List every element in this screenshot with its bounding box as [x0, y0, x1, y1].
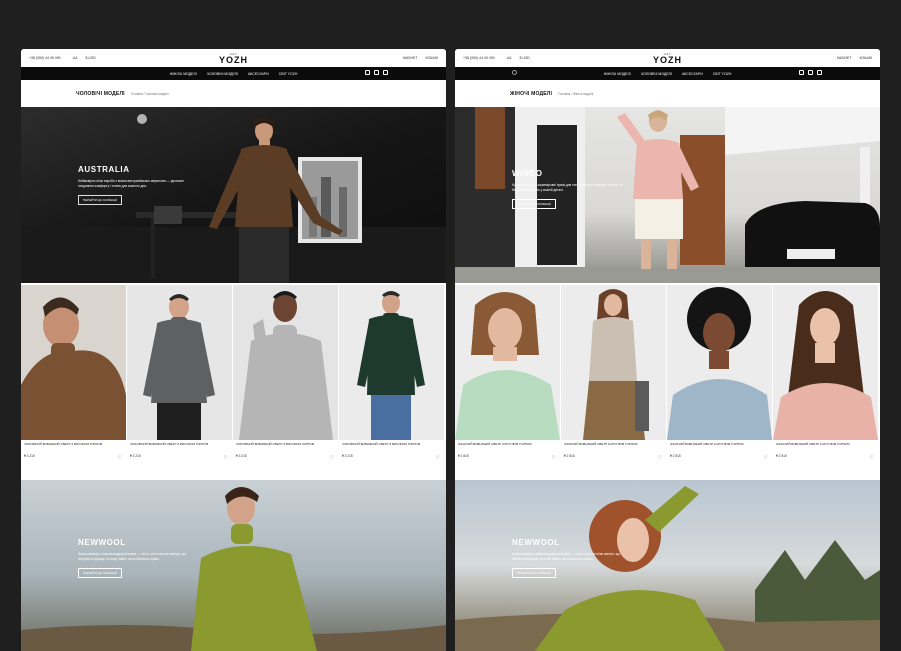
- product-card[interactable]: ЖІНОЧИЙ ВОВНЯНИЙ СВЕТР З КРУГЛИМ ГОРЛОМ …: [455, 285, 560, 481]
- product-price: ₴ 2 815: [458, 454, 469, 458]
- heart-icon[interactable]: [365, 70, 370, 75]
- hero-banner: AUSTRALIA Неймовірно м’які вироби з вовн…: [21, 107, 446, 283]
- page-title: ЖІНОЧІ МОДЕЛІ: [510, 90, 553, 97]
- nav-item-women[interactable]: ЖІНОЧІ МОДЕЛІ: [604, 72, 631, 76]
- promo-title: NEWWOOL: [512, 538, 560, 547]
- heart-icon[interactable]: ♡: [330, 456, 334, 461]
- product-card[interactable]: ЧОЛОВІЧИЙ ВОВНЯНИЙ СВЕТР З ВИСОКИМ ГОРЛО…: [127, 285, 232, 481]
- hero-cta-button[interactable]: ПЕРЕЙТИ ДО КОЛЕКЦІЇ: [78, 195, 122, 206]
- language-selector[interactable]: UA: [73, 56, 78, 60]
- product-card[interactable]: ЧОЛОВІЧИЙ ВОВНЯНИЙ СВЕТР З ВИСОКИМ ГОРЛО…: [339, 285, 444, 481]
- product-card[interactable]: ЖІНОЧИЙ ВОВНЯНИЙ СВЕТР З КРУГЛИМ ГОРЛОМ …: [773, 285, 878, 481]
- language-selector[interactable]: UA: [507, 56, 512, 60]
- nav-item-women[interactable]: ЖІНОЧІ МОДЕЛІ: [170, 72, 197, 76]
- page-title: ЧОЛОВІЧІ МОДЕЛІ: [76, 90, 125, 97]
- promo-description: Нова колекція з новозеландської вовни — …: [78, 552, 186, 561]
- heart-icon[interactable]: ♡: [436, 456, 440, 461]
- phone-number[interactable]: +38 (050) 44 49 490: [29, 56, 61, 60]
- breadcrumb[interactable]: Головна / Жіночі моделі: [558, 92, 593, 96]
- product-price: ₴ 2 815: [564, 454, 575, 458]
- top-bar: +38 (050) 44 49 490 UA $ USD GET YOZH КА…: [455, 49, 880, 67]
- main-nav: ЖІНОЧІ МОДЕЛІ ЧОЛОВІЧІ МОДЕЛІ АКСЕСУАРИ …: [455, 67, 880, 80]
- product-name[interactable]: ЖІНОЧИЙ ВОВНЯНИЙ СВЕТР З КРУГЛИМ ГОРЛОМ: [773, 440, 878, 454]
- heart-icon[interactable]: ♡: [658, 456, 662, 461]
- product-name[interactable]: ЧОЛОВІЧИЙ ВОВНЯНИЙ СВЕТР З ВИСОКИМ ГОРЛО…: [233, 440, 338, 454]
- product-image[interactable]: [339, 285, 444, 440]
- promo-cta-button[interactable]: ПЕРЕЙТИ ДО КОЛЕКЦІЇ: [78, 568, 122, 579]
- product-image[interactable]: [233, 285, 338, 440]
- currency-selector[interactable]: $ USD: [520, 56, 530, 60]
- promo-cta-button[interactable]: ПЕРЕЙТИ ДО КОЛЕКЦІЇ: [512, 568, 556, 579]
- heart-icon[interactable]: ♡: [224, 456, 228, 461]
- logo-wordmark: YOZH: [218, 55, 249, 65]
- hero-cta-button[interactable]: ПЕРЕЙТИ ДО КОЛЕКЦІЇ: [512, 199, 556, 210]
- user-icon[interactable]: [808, 70, 813, 75]
- nav-item-world[interactable]: СВІТ YOZH: [279, 72, 298, 76]
- breadcrumb[interactable]: Головна / Чоловічі моделі: [131, 92, 169, 96]
- heart-icon[interactable]: ♡: [764, 456, 768, 461]
- top-bar: +38 (050) 44 49 490 UA $ USD GET YOZH КА…: [21, 49, 446, 67]
- heart-icon[interactable]: ♡: [552, 456, 556, 461]
- product-card[interactable]: ЖІНОЧИЙ ВОВНЯНИЙ СВЕТР З КРУГЛИМ ГОРЛОМ …: [561, 285, 666, 481]
- product-name[interactable]: ЖІНОЧИЙ ВОВНЯНИЙ СВЕТР З КРУГЛИМ ГОРЛОМ: [561, 440, 666, 454]
- product-name[interactable]: ЧОЛОВІЧИЙ ВОВНЯНИЙ СВЕТР З ВИСОКИМ ГОРЛО…: [339, 440, 444, 454]
- nav-item-accessories[interactable]: АКСЕСУАРИ: [682, 72, 703, 76]
- product-image[interactable]: [667, 285, 772, 440]
- logo-wordmark: YOZH: [652, 55, 683, 65]
- product-grid: ЖІНОЧИЙ ВОВНЯНИЙ СВЕТР З КРУГЛИМ ГОРЛОМ …: [455, 285, 880, 481]
- product-price: ₴ 2 815: [776, 454, 787, 458]
- product-image[interactable]: [773, 285, 878, 440]
- hero-title: WINCO: [512, 169, 543, 178]
- product-price: ₴ 3 215: [236, 454, 247, 458]
- product-price: ₴ 3 215: [130, 454, 141, 458]
- main-nav: ЖІНОЧІ МОДЕЛІ ЧОЛОВІЧІ МОДЕЛІ АКСЕСУАРИ …: [21, 67, 446, 80]
- product-price: ₴ 3 215: [342, 454, 353, 458]
- hero-description: Неймовірно м’які вироби з вовни австралі…: [78, 179, 184, 188]
- promo-banner: NEWWOOL Нова колекція з новозеландської …: [455, 480, 880, 651]
- cart-icon[interactable]: [817, 70, 822, 75]
- product-price: ₴ 3 215: [24, 454, 35, 458]
- search-icon[interactable]: [512, 70, 517, 75]
- logo[interactable]: GET YOZH: [653, 52, 682, 65]
- account-link[interactable]: КАБІНЕТ: [837, 56, 852, 60]
- product-name[interactable]: ЖІНОЧИЙ ВОВНЯНИЙ СВЕТР З КРУГЛИМ ГОРЛОМ: [667, 440, 772, 454]
- product-card[interactable]: ЖІНОЧИЙ ВОВНЯНИЙ СВЕТР З КРУГЛИМ ГОРЛОМ …: [667, 285, 772, 481]
- heart-icon[interactable]: ♡: [118, 456, 122, 461]
- product-grid: ЧОЛОВІЧИЙ ВОВНЯНИЙ СВЕТР З ВИСОКИМ ГОРЛО…: [21, 285, 446, 481]
- cart-icon[interactable]: [383, 70, 388, 75]
- promo-banner: NEWWOOL Нова колекція з новозеландської …: [21, 480, 446, 651]
- hero-title: AUSTRALIA: [78, 165, 130, 174]
- heart-icon[interactable]: ♡: [870, 456, 874, 461]
- user-icon[interactable]: [374, 70, 379, 75]
- nav-item-accessories[interactable]: АКСЕСУАРИ: [248, 72, 269, 76]
- product-image[interactable]: [561, 285, 666, 440]
- nav-item-men[interactable]: ЧОЛОВІЧІ МОДЕЛІ: [641, 72, 672, 76]
- product-name[interactable]: ЧОЛОВІЧИЙ ВОВНЯНИЙ СВЕТР З ВИСОКИМ ГОРЛО…: [127, 440, 232, 454]
- logo[interactable]: GET YOZH: [219, 52, 248, 65]
- hero-description: Колекція з м’якої кашемірової пряжі для …: [512, 183, 623, 192]
- cart-link[interactable]: КОШИК: [860, 56, 872, 60]
- men-page-panel: +38 (050) 44 49 490 UA $ USD GET YOZH КА…: [21, 49, 446, 651]
- product-name[interactable]: ЖІНОЧИЙ ВОВНЯНИЙ СВЕТР З КРУГЛИМ ГОРЛОМ: [455, 440, 560, 454]
- nav-item-men[interactable]: ЧОЛОВІЧІ МОДЕЛІ: [207, 72, 238, 76]
- account-link[interactable]: КАБІНЕТ: [403, 56, 418, 60]
- product-card[interactable]: ЧОЛОВІЧИЙ ВОВНЯНИЙ СВЕТР З ВИСОКИМ ГОРЛО…: [21, 285, 126, 481]
- currency-selector[interactable]: $ USD: [86, 56, 96, 60]
- heart-icon[interactable]: [799, 70, 804, 75]
- promo-description: Нова колекція з новозеландської вовни — …: [512, 552, 620, 561]
- cart-link[interactable]: КОШИК: [426, 56, 438, 60]
- product-image[interactable]: [21, 285, 126, 440]
- product-price: ₴ 2 815: [670, 454, 681, 458]
- nav-item-world[interactable]: СВІТ YOZH: [713, 72, 732, 76]
- product-name[interactable]: ЧОЛОВІЧИЙ ВОВНЯНИЙ СВЕТР З ВИСОКИМ ГОРЛО…: [21, 440, 126, 454]
- product-card[interactable]: ЧОЛОВІЧИЙ ВОВНЯНИЙ СВЕТР З ВИСОКИМ ГОРЛО…: [233, 285, 338, 481]
- product-image[interactable]: [127, 285, 232, 440]
- product-image[interactable]: [455, 285, 560, 440]
- women-page-panel: +38 (050) 44 49 490 UA $ USD GET YOZH КА…: [455, 49, 880, 651]
- hero-banner: WINCO Колекція з м’якої кашемірової пряж…: [455, 107, 880, 283]
- phone-number[interactable]: +38 (050) 44 49 490: [463, 56, 495, 60]
- title-bar: ЖІНОЧІ МОДЕЛІ Головна / Жіночі моделі: [455, 80, 880, 107]
- title-bar: ЧОЛОВІЧІ МОДЕЛІ Головна / Чоловічі модел…: [21, 80, 446, 107]
- promo-title: NEWWOOL: [78, 538, 126, 547]
